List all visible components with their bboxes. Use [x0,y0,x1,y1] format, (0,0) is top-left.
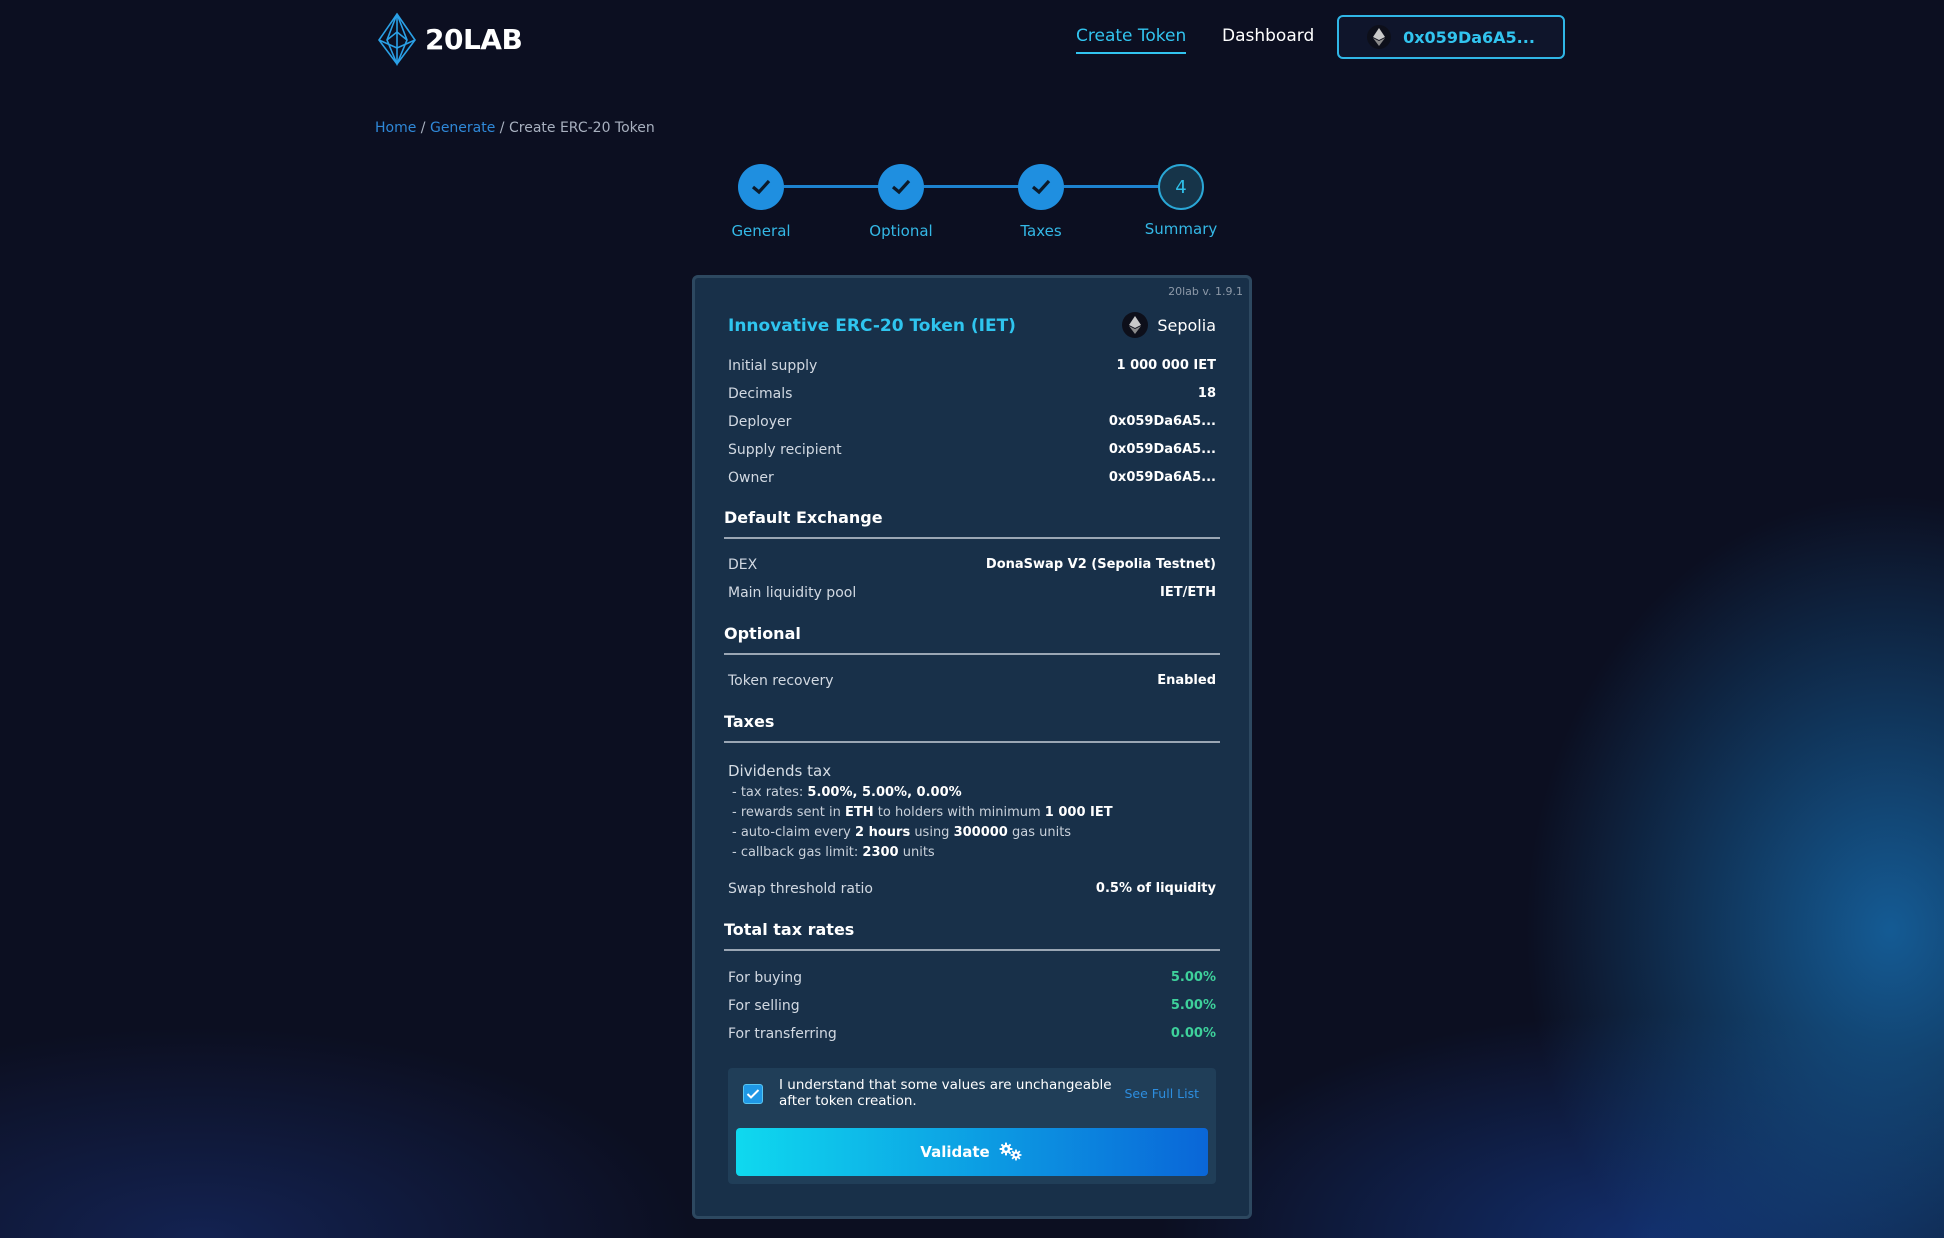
validate-label: Validate [920,1143,990,1161]
summary-row: For transferring 0.00% [728,1026,1216,1042]
breadcrumb-current: Create ERC-20 Token [508,120,655,136]
row-value: IET/ETH [1160,585,1216,600]
step-summary[interactable]: 4 [1158,164,1204,210]
logo-diamond-icon [378,12,416,66]
breadcrumb: Home / Generate / Create ERC-20 Token [375,120,655,136]
check-icon [891,179,911,195]
tax-detail-rates: - tax rates: 5.00%, 5.00%, 0.00% [732,785,962,800]
eth-icon [1122,312,1149,338]
checkbox-check-icon [746,1089,760,1099]
wallet-address: 0x059Da6A5... [1403,27,1535,47]
eth-icon [1367,25,1392,49]
section-heading-optional: Optional [724,624,1220,655]
row-label: Decimals [728,386,793,402]
tax-detail-callback: - callback gas limit: 2300 units [732,845,935,860]
step-label-summary: Summary [1144,220,1218,238]
nav-create-token[interactable]: Create Token [1076,26,1187,54]
version-label: 20lab v. 1.9.1 [1168,285,1243,298]
confirm-checkbox[interactable] [743,1084,763,1104]
row-label: Owner [728,470,774,486]
section-heading-exchange: Default Exchange [724,508,1220,539]
gears-icon [999,1142,1022,1161]
logo-text: 20LAB [425,22,523,56]
breadcrumb-separator: / [416,120,430,136]
step-taxes[interactable] [1018,164,1064,210]
row-label: Main liquidity pool [728,585,857,601]
row-value: Enabled [1157,673,1216,688]
section-heading-taxes: Taxes [724,712,1220,743]
row-label: Token recovery [728,673,834,689]
row-value: 0x059Da6A5... [1108,442,1216,457]
validate-button[interactable]: Validate [736,1128,1208,1176]
row-value: 5.00% [1170,998,1216,1013]
row-label: For transferring [728,1026,837,1042]
wallet-button[interactable]: 0x059Da6A5... [1337,15,1565,59]
section-heading-total: Total tax rates [724,920,1220,951]
step-connector [924,185,1020,188]
row-label: Deployer [728,414,792,430]
step-optional[interactable] [878,164,924,210]
summary-row: For buying 5.00% [728,970,1216,986]
breadcrumb-separator: / [495,120,509,136]
summary-row: For selling 5.00% [728,998,1216,1014]
row-value: 0.00% [1170,1026,1216,1041]
network-name: Sepolia [1157,315,1216,335]
row-label: For buying [728,970,803,986]
summary-card: 20lab v. 1.9.1 Innovative ERC-20 Token (… [692,275,1252,1219]
breadcrumb-home[interactable]: Home [375,120,416,136]
step-general[interactable] [738,164,784,210]
row-value: 1 000 000 IET [1116,358,1216,373]
check-icon [1031,179,1051,195]
summary-row: Supply recipient 0x059Da6A5... [728,442,1216,458]
step-connector [784,185,880,188]
summary-row: Token recovery Enabled [728,673,1216,689]
step-label-optional: Optional [869,222,933,240]
step-connector [1064,185,1160,188]
summary-row: Initial supply 1 000 000 IET [728,358,1216,374]
row-label: Initial supply [728,358,818,374]
tax-detail-rewards: - rewards sent in ETH to holders with mi… [732,805,1113,820]
row-label: For selling [728,998,800,1014]
row-label: DEX [728,557,758,573]
row-label: Swap threshold ratio [728,881,873,897]
summary-row: Swap threshold ratio 0.5% of liquidity [728,881,1216,897]
nav-dashboard[interactable]: Dashboard [1222,26,1314,46]
summary-row: Main liquidity pool IET/ETH [728,585,1216,601]
step-number: 4 [1175,176,1187,198]
breadcrumb-generate[interactable]: Generate [430,120,495,136]
row-value: 0x059Da6A5... [1108,470,1216,485]
summary-row: Deployer 0x059Da6A5... [728,414,1216,430]
confirm-text: I understand that some values are unchan… [779,1077,1112,1109]
row-value: DonaSwap V2 (Sepolia Testnet) [985,557,1216,572]
check-icon [751,179,771,195]
row-value: 0x059Da6A5... [1108,414,1216,429]
row-value: 5.00% [1170,970,1216,985]
row-value: 0.5% of liquidity [1095,881,1216,896]
row-value: 18 [1197,386,1216,401]
see-full-list-link[interactable]: See Full List [1125,1086,1200,1101]
summary-row: Owner 0x059Da6A5... [728,470,1216,486]
summary-row: Decimals 18 [728,386,1216,402]
confirmation-box: I understand that some values are unchan… [728,1068,1216,1184]
dividends-title: Dividends tax [728,762,832,780]
tax-detail-autoclaim: - auto-claim every 2 hours using 300000 … [732,825,1072,840]
step-label-general: General [731,222,791,240]
network-indicator: Sepolia [1122,312,1216,338]
logo[interactable]: 20LAB [375,12,523,66]
row-label: Supply recipient [728,442,842,458]
token-title: Innovative ERC-20 Token (IET) [728,316,1016,336]
summary-row: DEX DonaSwap V2 (Sepolia Testnet) [728,557,1216,573]
step-label-taxes: Taxes [1020,222,1062,240]
